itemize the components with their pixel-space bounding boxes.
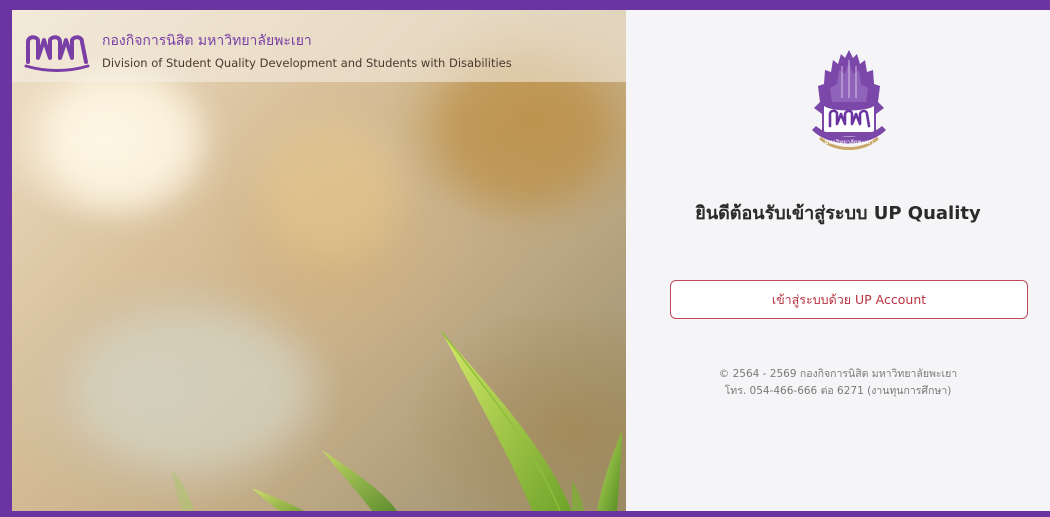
up-account-login-button[interactable]: เข้าสู่ระบบด้วย UP Account	[670, 280, 1028, 319]
copyright-text: © 2564 - 2569 กองกิจการนิสิต มหาวิทยาลัย…	[718, 368, 958, 380]
brand-name-thai: กองกิจการนิสิต มหาวิทยาลัยพะเยา	[102, 33, 312, 49]
hero-image: กองกิจการนิสิต มหาวิทยาลัยพะเยา Division…	[12, 10, 626, 511]
page-frame: กองกิจการนิสิต มหาวิทยาลัยพะเยา Division…	[0, 0, 1050, 517]
university-logo-icon	[24, 35, 90, 72]
welcome-heading: ยินดีต้อนรับเข้าสู่ระบบ UP Quality	[695, 203, 981, 224]
brand-header: กองกิจการนิสิต มหาวิทยาลัยพะเยา Division…	[12, 10, 626, 82]
grass-leaves-image	[172, 331, 622, 511]
brand-name-english: Division of Student Quality Development …	[102, 56, 512, 70]
login-panel: มหาวิทยาลัยพะเยา ยินดีต้อนรับเข้าสู่ระบบ…	[626, 10, 1050, 511]
page-content: กองกิจการนิสิต มหาวิทยาลัยพะเยา Division…	[12, 10, 1050, 511]
svg-text:มหาวิทยาลัยพะเยา: มหาวิทยาลัยพะเยา	[825, 139, 874, 146]
contact-phone-text: โทร. 054-466-666 ต่อ 6271 (งานทุนการศึกษ…	[724, 385, 952, 397]
university-seal-icon: มหาวิทยาลัยพะเยา	[812, 50, 886, 150]
